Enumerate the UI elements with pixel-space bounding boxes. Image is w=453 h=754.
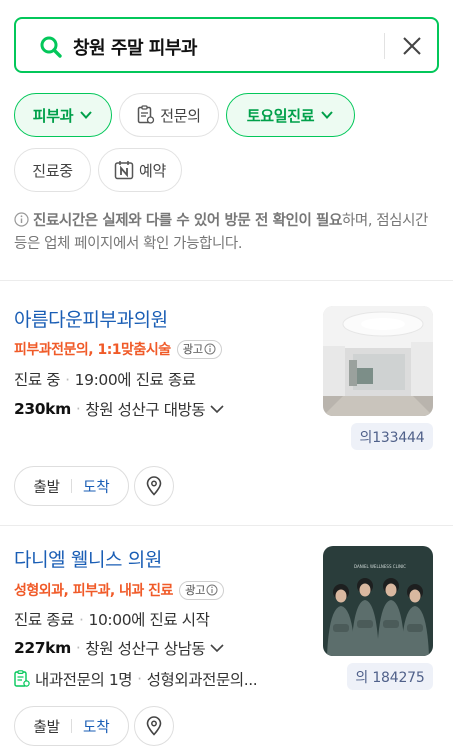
place-tags: 성형외과, 피부과, 내과 진료 광고 xyxy=(14,580,225,600)
notice-bold-text: 진료시간은 실제와 다를 수 있어 방문 전 확인이 필요 xyxy=(33,213,342,229)
ad-label: 광고 xyxy=(182,342,204,356)
route-divider xyxy=(71,479,72,493)
search-input[interactable]: 창원 주말 피부과 xyxy=(73,34,197,60)
route-arrive-button[interactable]: 도착 xyxy=(83,476,110,497)
section-divider xyxy=(0,525,453,526)
business-status: 진료 종료 · 10:00에 진료 시작 xyxy=(14,611,210,629)
filter-chip-specialist[interactable]: 전문의 xyxy=(119,93,219,137)
address: 창원 성산구 상남동 xyxy=(85,640,206,658)
status-detail: 10:00에 진료 시작 xyxy=(88,611,210,629)
doctors-group-photo[interactable]: DANIEL WELLNESS CLINIC xyxy=(323,546,433,656)
distance: 230km xyxy=(14,400,71,418)
specialist-text-b: 성형외과전문의... xyxy=(146,671,258,689)
doctor-clipboard-icon xyxy=(14,670,30,687)
filter-chip-label: 피부과 xyxy=(32,106,74,125)
search-bar[interactable]: 창원 주말 피부과 xyxy=(14,17,439,73)
distance: 227km xyxy=(14,639,71,657)
naver-booking-icon xyxy=(114,161,134,180)
status-text: 진료 종료 xyxy=(14,611,74,629)
specialist-text-a: 내과전문의 1명 xyxy=(35,671,133,689)
place-tags-text: 피부과전문의, 1:1맞춤시술 xyxy=(14,342,171,358)
close-icon[interactable] xyxy=(399,33,425,59)
clinic-interior-photo[interactable] xyxy=(323,306,433,416)
route-button[interactable]: 출발 도착 xyxy=(14,706,129,746)
specialist-info: 내과전문의 1명 · 성형외과전문의... xyxy=(14,668,304,690)
filter-chip-open-now[interactable]: 진료중 xyxy=(14,148,91,192)
place-tags: 피부과전문의, 1:1맞춤시술 광고 xyxy=(14,339,222,359)
place-name-link[interactable]: 다니엘 웰니스 의원 xyxy=(14,545,162,572)
map-pin-icon xyxy=(146,476,162,496)
thumb-caption: DANIEL WELLNESS CLINIC xyxy=(354,564,406,569)
ad-label: 광고 xyxy=(184,583,206,597)
info-icon xyxy=(204,343,216,355)
filter-chip-saturday[interactable]: 토요일진료 xyxy=(226,93,355,137)
ad-badge[interactable]: 광고 xyxy=(176,339,222,359)
chevron-down-icon xyxy=(210,405,224,414)
route-arrive-button[interactable]: 도착 xyxy=(83,716,110,737)
section-divider xyxy=(0,280,453,281)
filter-chip-label: 진료중 xyxy=(32,161,73,180)
info-icon xyxy=(206,584,218,596)
route-start-button[interactable]: 출발 xyxy=(33,476,60,497)
map-pin-icon xyxy=(146,716,162,736)
chevron-down-icon xyxy=(80,111,92,119)
search-divider xyxy=(384,33,385,59)
hours-notice: 진료시간은 실제와 다를 수 있어 방문 전 확인이 필요하며, 점심시간 등은… xyxy=(14,210,439,256)
distance-address[interactable]: 227km · 창원 성산구 상남동 xyxy=(14,637,225,659)
filter-chip-label: 토요일진료 xyxy=(246,106,315,125)
business-status: 진료 중 · 19:00에 진료 종료 xyxy=(14,371,196,389)
route-divider xyxy=(71,719,72,733)
route-start-button[interactable]: 출발 xyxy=(33,716,60,737)
chevron-down-icon xyxy=(321,111,333,119)
place-name-link[interactable]: 아름다운피부과의원 xyxy=(14,305,168,332)
search-icon[interactable] xyxy=(38,34,64,60)
filter-chip-label: 예약 xyxy=(138,161,166,180)
route-button[interactable]: 출발 도착 xyxy=(14,466,129,506)
status-text: 진료 중 xyxy=(14,371,61,389)
address: 창원 성산구 대방동 xyxy=(85,401,206,419)
filter-chip-booking[interactable]: 예약 xyxy=(98,148,182,192)
chevron-down-icon xyxy=(210,644,224,653)
ad-badge[interactable]: 광고 xyxy=(178,580,225,600)
view-count-badge: 의 184275 xyxy=(347,663,433,690)
map-pin-button[interactable] xyxy=(134,706,174,746)
distance-address[interactable]: 230km · 창원 성산구 대방동 xyxy=(14,398,225,420)
filter-chip-dermatology[interactable]: 피부과 xyxy=(14,93,112,137)
status-detail: 19:00에 진료 종료 xyxy=(74,371,196,389)
doctor-clipboard-icon xyxy=(137,105,155,124)
place-tags-text: 성형외과, 피부과, 내과 진료 xyxy=(14,583,173,599)
view-count-badge: 의133444 xyxy=(351,423,433,450)
info-icon xyxy=(14,212,29,227)
map-pin-button[interactable] xyxy=(134,466,174,506)
filter-chip-label: 전문의 xyxy=(160,106,201,125)
